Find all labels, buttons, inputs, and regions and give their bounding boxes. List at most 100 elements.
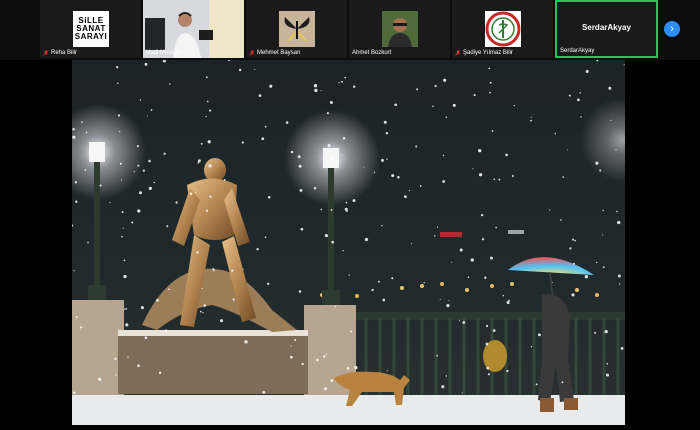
snowflake — [125, 323, 129, 327]
snowflake — [79, 328, 81, 330]
snowflake — [139, 191, 142, 195]
snowflake — [194, 192, 196, 194]
participant-tile-ahmet-bozkurt[interactable]: Ahmet Bozkurt — [349, 0, 450, 58]
snowflake — [139, 99, 142, 101]
snowflake — [580, 116, 582, 118]
snowflake — [99, 184, 102, 187]
snowflake — [459, 319, 461, 321]
snowflake — [199, 310, 202, 313]
snowflake — [323, 355, 326, 358]
snowflake — [338, 81, 340, 84]
snowflake — [200, 142, 203, 145]
snowflake — [175, 201, 178, 204]
snowflake — [506, 396, 509, 398]
participant-tile-serdar-akyay[interactable]: SerdarAkyay SerdarAkyay — [555, 0, 658, 58]
snowflake — [290, 345, 292, 347]
snowflake — [562, 176, 564, 178]
snowflake — [256, 248, 259, 251]
snowflake — [294, 338, 297, 342]
snowflake — [584, 275, 589, 279]
shared-photo — [50, 58, 664, 425]
snowflake — [267, 282, 270, 285]
snowflake — [298, 290, 302, 293]
snowflake — [213, 269, 215, 272]
snowflake — [201, 287, 203, 290]
snowflake — [423, 281, 425, 284]
snowflake — [350, 330, 353, 333]
snowflake — [579, 92, 581, 94]
snowflake — [203, 304, 206, 307]
snowflake — [452, 103, 456, 107]
snowflake — [363, 166, 365, 168]
snowflake — [123, 274, 127, 279]
snowflake — [506, 369, 509, 373]
snowflake — [342, 136, 346, 140]
participant-strip: SiLLE SANAT SARAYI Reha Bilir Hadi Mousa… — [0, 0, 700, 60]
snowflake — [341, 154, 343, 156]
snowflake — [530, 119, 533, 122]
snowflake — [206, 100, 209, 103]
snowflake — [72, 391, 76, 394]
snowflake — [196, 251, 199, 254]
snowflake — [133, 170, 135, 173]
snowflake — [197, 161, 200, 164]
snowflake — [571, 293, 575, 297]
snowflake — [262, 390, 266, 394]
snowflake — [330, 157, 334, 161]
snowflake — [491, 130, 494, 132]
snowflake — [560, 219, 562, 221]
snowflake — [487, 373, 490, 376]
participant-name: Hadi Mousavi — [146, 50, 183, 56]
snowflake — [98, 377, 102, 381]
snowflake — [299, 188, 303, 192]
next-page-button[interactable]: › — [664, 21, 680, 37]
snowflake — [118, 130, 121, 133]
snowflake — [505, 153, 508, 157]
snowflake — [364, 237, 369, 242]
snowflake — [158, 371, 162, 375]
snowflake — [434, 84, 437, 88]
participant-tile-mehmet-baysan[interactable]: Mehmet Baysan — [246, 0, 347, 58]
snowflake — [223, 179, 226, 181]
shared-screen — [50, 58, 664, 425]
snowflake — [331, 240, 335, 244]
snowflake — [419, 185, 422, 187]
snowflake — [595, 161, 599, 165]
snowflake — [131, 221, 134, 224]
snowflake — [394, 103, 398, 107]
snowflake — [386, 158, 388, 160]
snowflake — [567, 149, 569, 151]
snowflake — [506, 300, 510, 305]
snowflake — [289, 355, 293, 359]
snowflake — [442, 180, 445, 183]
snowflake — [301, 362, 304, 366]
snowflake — [117, 114, 121, 117]
snowflake — [219, 319, 224, 323]
snowflake — [377, 280, 380, 283]
snowflake — [140, 306, 144, 310]
snowflake — [324, 234, 328, 238]
snowflake — [616, 210, 618, 213]
mic-muted-icon — [43, 50, 49, 56]
snowflake — [325, 353, 328, 355]
snowflake — [137, 209, 141, 213]
snowflake — [408, 190, 410, 192]
snowflake — [117, 82, 119, 84]
snowflake — [327, 144, 331, 147]
snowflake — [264, 125, 267, 128]
snowflake — [81, 121, 83, 123]
snowflake — [342, 250, 344, 252]
snowflake — [344, 76, 347, 79]
snowflake — [446, 304, 450, 308]
snowflake — [114, 357, 117, 361]
snowflake — [341, 80, 343, 83]
snowflake — [373, 171, 376, 173]
snowflake — [267, 196, 271, 199]
participant-tile-sadiye-yilmaz-bilir[interactable]: Şadiye Yılmaz Bilir — [452, 0, 553, 58]
participant-tile-reha-bilir[interactable]: SiLLE SANAT SARAYI Reha Bilir — [40, 0, 141, 58]
mic-muted-icon — [455, 50, 461, 56]
snowflake — [443, 78, 447, 82]
participant-tile-hadi-mousavi[interactable]: Hadi Mousavi — [143, 0, 244, 58]
snowflake — [554, 133, 556, 135]
snowflake — [513, 104, 515, 107]
